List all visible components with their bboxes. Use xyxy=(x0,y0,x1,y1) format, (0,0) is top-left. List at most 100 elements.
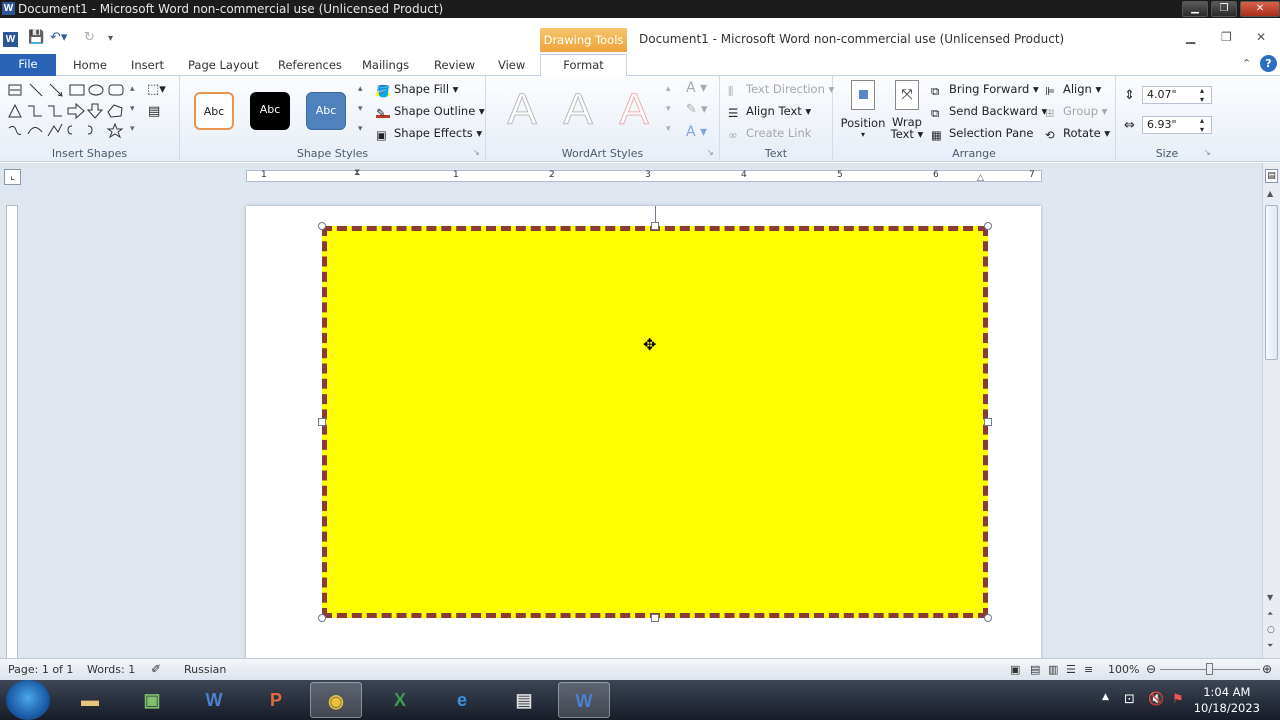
styles-scroll-down-icon[interactable]: ▾ xyxy=(358,104,363,114)
group-button[interactable]: ⊞ Group ▾ xyxy=(1045,104,1107,120)
page-count[interactable]: Page: 1 of 1 xyxy=(8,659,73,680)
shapes-scroll-up-icon[interactable]: ▴ xyxy=(130,84,135,94)
resize-handle-bottom-right[interactable] xyxy=(984,614,992,622)
save-icon[interactable]: 💾 xyxy=(28,30,44,45)
internet-explorer-icon[interactable]: e xyxy=(436,682,488,718)
file-explorer-icon[interactable]: ▬ xyxy=(64,682,116,718)
tab-selector-icon[interactable]: ⌞ xyxy=(4,169,21,185)
system-clock[interactable]: 1:04 AM 10/18/2023 xyxy=(1194,684,1260,716)
volume-muted-icon[interactable]: 🔇 xyxy=(1148,692,1164,707)
wordart-scroll-up-icon[interactable]: ▴ xyxy=(666,84,671,94)
wordart-style-3[interactable]: A xyxy=(610,85,658,134)
tab-view[interactable]: View xyxy=(498,56,525,76)
outline-view-icon[interactable]: ☰ xyxy=(1066,659,1076,680)
horizontal-ruler[interactable]: 1 1 2 3 4 5 6 7 ⧗ △ xyxy=(246,168,1042,183)
browse-object-icon[interactable]: ○ xyxy=(1267,625,1275,635)
proofing-icon[interactable]: ✐ xyxy=(151,659,161,680)
wordart-launcher-icon[interactable]: ↘ xyxy=(707,148,714,157)
vertical-scrollbar[interactable]: ▤ ▲ ▼ ⏶ ○ ⏷ xyxy=(1262,163,1280,658)
shapes-gallery[interactable] xyxy=(6,82,136,142)
tab-page-layout[interactable]: Page Layout xyxy=(188,56,259,76)
action-center-icon[interactable]: ⚑ xyxy=(1172,692,1184,707)
tab-file[interactable]: File xyxy=(0,54,56,76)
minimize-icon[interactable]: ▁ xyxy=(1182,1,1208,17)
word-active-taskbar-icon[interactable]: W xyxy=(558,682,610,718)
scroll-thumb[interactable] xyxy=(1265,205,1278,360)
height-spinner-icon[interactable]: ▴ ▾ xyxy=(1200,86,1204,104)
resize-handle-top[interactable] xyxy=(651,222,659,230)
text-fill-icon[interactable]: A ▾ xyxy=(686,80,707,96)
shape-style-preset-3[interactable]: Abc xyxy=(306,92,346,130)
align-text-button[interactable]: ☰ Align Text ▾ xyxy=(728,104,811,120)
show-hidden-icons-icon[interactable]: ▲ xyxy=(1102,692,1109,702)
draw-text-box-icon[interactable]: ▤ xyxy=(148,104,160,119)
shape-outline-button[interactable]: ✎ Shape Outline ▾ xyxy=(376,104,485,120)
tab-format[interactable]: Format xyxy=(540,54,627,77)
text-outline-icon[interactable]: ✎ ▾ xyxy=(686,102,708,117)
right-indent-icon[interactable]: △ xyxy=(977,173,984,183)
vertical-ruler[interactable] xyxy=(6,205,18,658)
edit-shape-icon[interactable]: ⬚▾ xyxy=(147,82,166,97)
wrap-text-button[interactable]: ⤧ Wrap Text ▾ xyxy=(887,80,927,146)
word-taskbar-icon[interactable]: W xyxy=(188,682,240,718)
zoom-slider-thumb[interactable] xyxy=(1206,663,1213,675)
resize-handle-top-left[interactable] xyxy=(318,222,326,230)
terminal-app-icon[interactable]: ▣ xyxy=(126,682,178,718)
shape-effects-button[interactable]: ▣ Shape Effects ▾ xyxy=(376,126,482,142)
word-app-icon[interactable]: W xyxy=(3,32,18,47)
powerpoint-taskbar-icon[interactable]: P xyxy=(250,682,302,718)
next-page-icon[interactable]: ⏷ xyxy=(1267,641,1273,651)
text-direction-button[interactable]: ⫼ Text Direction ▾ xyxy=(728,82,834,98)
tab-home[interactable]: Home xyxy=(73,56,107,76)
document-page[interactable]: ✥ xyxy=(246,206,1041,658)
zoom-out-icon[interactable]: ⊖ xyxy=(1146,659,1156,680)
indent-marker-icon[interactable]: ⧗ xyxy=(354,168,360,178)
previous-page-icon[interactable]: ⏶ xyxy=(1267,609,1273,619)
send-backward-button[interactable]: ⧉ Send Backward ▾ xyxy=(931,104,1047,120)
chrome-taskbar-icon[interactable]: ◉ xyxy=(310,682,362,718)
wordart-more-icon[interactable]: ▾ xyxy=(666,124,671,134)
web-layout-icon[interactable]: ▥ xyxy=(1048,659,1058,680)
ribbon-restore-icon[interactable]: ❐ xyxy=(1221,30,1232,44)
resize-handle-left[interactable] xyxy=(318,418,326,426)
align-button[interactable]: ⊫ Align ▾ xyxy=(1045,82,1101,98)
width-spinner-icon[interactable]: ▴ ▾ xyxy=(1200,116,1204,134)
resize-handle-bottom[interactable] xyxy=(651,614,659,622)
wordart-style-2[interactable]: A xyxy=(554,85,602,134)
full-screen-reading-icon[interactable]: ▤ xyxy=(1030,659,1040,680)
tab-review[interactable]: Review xyxy=(434,56,475,76)
view-ruler-icon[interactable]: ▤ xyxy=(1265,169,1278,183)
shape-fill-button[interactable]: 🪣 Shape Fill ▾ xyxy=(376,82,458,98)
tab-mailings[interactable]: Mailings xyxy=(362,56,409,76)
ribbon-minimize-icon[interactable]: ▁ xyxy=(1186,30,1195,44)
tab-insert[interactable]: Insert xyxy=(131,56,164,76)
text-effects-icon[interactable]: A ▾ xyxy=(686,124,707,140)
zoom-in-icon[interactable]: ⊕ xyxy=(1262,659,1272,680)
styles-more-icon[interactable]: ▾ xyxy=(358,124,363,134)
ribbon-close-icon[interactable]: ✕ xyxy=(1256,30,1266,44)
shape-styles-launcher-icon[interactable]: ↘ xyxy=(473,148,480,157)
draft-view-icon[interactable]: ≡ xyxy=(1084,659,1093,680)
restore-icon[interactable]: ❐ xyxy=(1211,1,1237,17)
network-icon[interactable]: ⊡ xyxy=(1124,692,1135,707)
styles-scroll-up-icon[interactable]: ▴ xyxy=(358,84,363,94)
shape-style-preset-2[interactable]: Abc xyxy=(250,92,290,130)
excel-taskbar-icon[interactable]: X xyxy=(374,682,426,718)
scroll-down-icon[interactable]: ▼ xyxy=(1267,593,1273,602)
shapes-scroll-down-icon[interactable]: ▾ xyxy=(130,104,135,114)
shape-style-preset-1[interactable]: Abc xyxy=(194,92,234,130)
shapes-more-icon[interactable]: ▾ xyxy=(130,124,135,134)
close-icon[interactable]: ✕ xyxy=(1240,1,1280,17)
bring-forward-button[interactable]: ⧉ Bring Forward ▾ xyxy=(931,82,1039,98)
word-count[interactable]: Words: 1 xyxy=(87,659,135,680)
undo-icon[interactable]: ↶▾ xyxy=(50,30,67,45)
position-button[interactable]: Position ▾ xyxy=(839,80,887,146)
resize-handle-top-right[interactable] xyxy=(984,222,992,230)
redo-icon[interactable]: ↻ xyxy=(84,30,95,45)
scroll-up-icon[interactable]: ▲ xyxy=(1267,189,1273,198)
size-launcher-icon[interactable]: ↘ xyxy=(1204,148,1211,157)
help-icon[interactable]: ? xyxy=(1260,55,1277,72)
notepad-taskbar-icon[interactable]: ▤ xyxy=(498,682,550,718)
create-link-button[interactable]: ∞ Create Link xyxy=(728,126,811,142)
language-indicator[interactable]: Russian xyxy=(184,659,226,680)
